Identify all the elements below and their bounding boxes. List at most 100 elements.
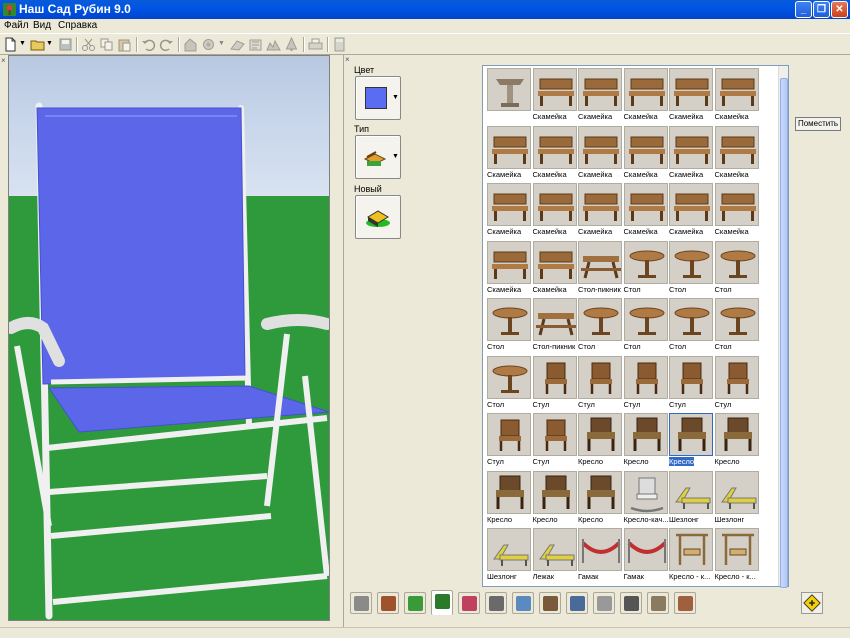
building-icon[interactable] xyxy=(183,37,198,52)
flower-dropdown-arrow-icon[interactable]: ▼ xyxy=(218,40,225,47)
gallery-item[interactable]: Скамейка xyxy=(623,68,669,123)
stone-tab[interactable] xyxy=(485,592,507,614)
gallery-item[interactable]: Стол-пикник xyxy=(578,240,623,296)
gallery-item[interactable]: Кресло xyxy=(578,470,623,526)
gallery-item[interactable]: Скамейка xyxy=(623,183,669,238)
paste-icon[interactable] xyxy=(117,37,132,52)
compass-logo-icon[interactable] xyxy=(801,592,823,614)
elevation-tab[interactable] xyxy=(350,592,372,614)
new-object-button[interactable] xyxy=(355,195,401,239)
chair-3d-model[interactable] xyxy=(9,56,330,621)
gallery-item[interactable]: Скамейка xyxy=(669,183,714,238)
gallery-item[interactable]: Скамейка xyxy=(714,125,760,181)
gallery-item[interactable]: Стул xyxy=(669,355,714,411)
gallery-item[interactable]: Стол xyxy=(578,298,623,353)
gallery-item[interactable]: Скамейка xyxy=(623,125,669,181)
color-picker-button[interactable]: ▼ xyxy=(355,76,401,120)
gallery-item[interactable]: Кресло xyxy=(623,413,669,468)
bridge-tab[interactable] xyxy=(647,592,669,614)
save-icon[interactable] xyxy=(58,37,73,52)
gallery-item[interactable]: Скамейка xyxy=(487,240,532,296)
gallery-item[interactable]: Стол-пикник xyxy=(532,298,578,353)
tree-tab[interactable] xyxy=(431,590,453,615)
new-dropdown-arrow-icon[interactable]: ▼ xyxy=(19,40,26,47)
gallery-item[interactable]: Кресло - к... xyxy=(714,528,760,583)
gallery-item[interactable]: Стул xyxy=(714,355,760,411)
gallery-item[interactable]: Гамак xyxy=(578,528,623,583)
close-button[interactable]: ✕ xyxy=(831,1,848,18)
gallery-item[interactable]: Стол xyxy=(714,240,760,296)
window-tab[interactable] xyxy=(566,592,588,614)
gallery-item[interactable]: Скамейка xyxy=(578,68,623,123)
pond-tab[interactable] xyxy=(512,592,534,614)
gallery-item[interactable]: Скамейка xyxy=(714,68,760,123)
gallery-item[interactable]: Стол xyxy=(669,298,714,353)
calculator-icon[interactable] xyxy=(332,37,347,52)
furniture-tab[interactable] xyxy=(404,592,426,614)
type-picker-button[interactable]: ▼ xyxy=(355,135,401,179)
gallery-item[interactable]: Скамейка xyxy=(487,125,532,181)
panel-pin-icon[interactable]: × xyxy=(1,56,6,65)
gallery-item[interactable]: Шезлонг xyxy=(714,470,760,526)
gallery-item[interactable]: Кресло xyxy=(532,470,578,526)
path-icon[interactable] xyxy=(230,37,245,52)
3d-viewport[interactable] xyxy=(8,55,330,621)
gallery-item[interactable]: Стол xyxy=(623,298,669,353)
fence-icon[interactable] xyxy=(248,37,263,52)
gallery-item[interactable]: Скамейка xyxy=(669,125,714,181)
house-tab[interactable] xyxy=(377,592,399,614)
gallery-item[interactable]: Кресло xyxy=(578,413,623,468)
gallery-item[interactable]: Кресло-кач... xyxy=(623,470,669,526)
gallery-item[interactable]: Стол xyxy=(669,240,714,296)
gallery-item[interactable]: Скамейка xyxy=(714,183,760,238)
gallery-item[interactable]: Стул xyxy=(532,355,578,411)
wall-tab[interactable] xyxy=(674,592,696,614)
gallery-item[interactable]: Кресло xyxy=(487,470,532,526)
gallery-item[interactable]: Скамейка xyxy=(578,125,623,181)
panel-pin-icon-2[interactable]: × xyxy=(345,55,350,64)
open-dropdown-arrow-icon[interactable]: ▼ xyxy=(46,40,53,47)
new-document-icon[interactable] xyxy=(3,37,18,52)
flower-icon[interactable] xyxy=(201,37,216,52)
gallery-item[interactable]: Скамейка xyxy=(532,240,578,296)
place-button[interactable]: Поместить xyxy=(795,117,841,131)
redo-icon[interactable] xyxy=(159,37,174,52)
gallery-item[interactable]: Стол xyxy=(714,298,760,353)
menu-view[interactable]: Вид xyxy=(33,20,51,31)
gallery-item[interactable]: Скамейка xyxy=(532,183,578,238)
copy-icon[interactable] xyxy=(99,37,114,52)
gallery-item[interactable]: Скамейка xyxy=(532,68,578,123)
gallery-item[interactable]: Стул xyxy=(578,355,623,411)
gallery-item[interactable]: Гамак xyxy=(623,528,669,583)
gallery-item[interactable]: Шезлонг xyxy=(487,528,532,583)
print-icon[interactable] xyxy=(308,37,323,52)
gallery-scrollbar[interactable] xyxy=(778,66,788,588)
scrollbar-thumb[interactable] xyxy=(780,78,788,588)
gallery-item[interactable]: Стол xyxy=(487,298,532,353)
gallery-item[interactable]: Кресло xyxy=(714,413,760,468)
gallery-item[interactable]: Скамейка xyxy=(532,125,578,181)
gallery-item[interactable]: Стул xyxy=(532,413,578,468)
cut-icon[interactable] xyxy=(81,37,96,52)
terrain-icon[interactable] xyxy=(266,37,281,52)
gallery-item[interactable]: Стул xyxy=(487,413,532,468)
gallery-item[interactable]: Скамейка xyxy=(669,68,714,123)
gallery-item[interactable]: Скамейка xyxy=(487,183,532,238)
gallery-item[interactable]: Шезлонг xyxy=(669,470,714,526)
gallery-item[interactable]: Стул xyxy=(623,355,669,411)
flowers-tab[interactable] xyxy=(458,592,480,614)
undo-icon[interactable] xyxy=(141,37,156,52)
gallery-item[interactable]: Стол xyxy=(623,240,669,296)
gallery-item[interactable]: Кресло xyxy=(669,413,714,468)
tools-tab[interactable] xyxy=(620,592,642,614)
menu-help[interactable]: Справка xyxy=(58,20,97,31)
menu-file[interactable]: Файл xyxy=(4,20,29,31)
fence-tab[interactable] xyxy=(539,592,561,614)
notes-tab[interactable] xyxy=(593,592,615,614)
tree-icon[interactable] xyxy=(284,37,299,52)
gallery-item[interactable]: Кресло - к... xyxy=(669,528,714,583)
gallery-item[interactable] xyxy=(487,68,532,123)
open-folder-icon[interactable] xyxy=(30,37,45,52)
gallery-item[interactable]: Скамейка xyxy=(578,183,623,238)
minimize-button[interactable]: _ xyxy=(795,1,812,18)
